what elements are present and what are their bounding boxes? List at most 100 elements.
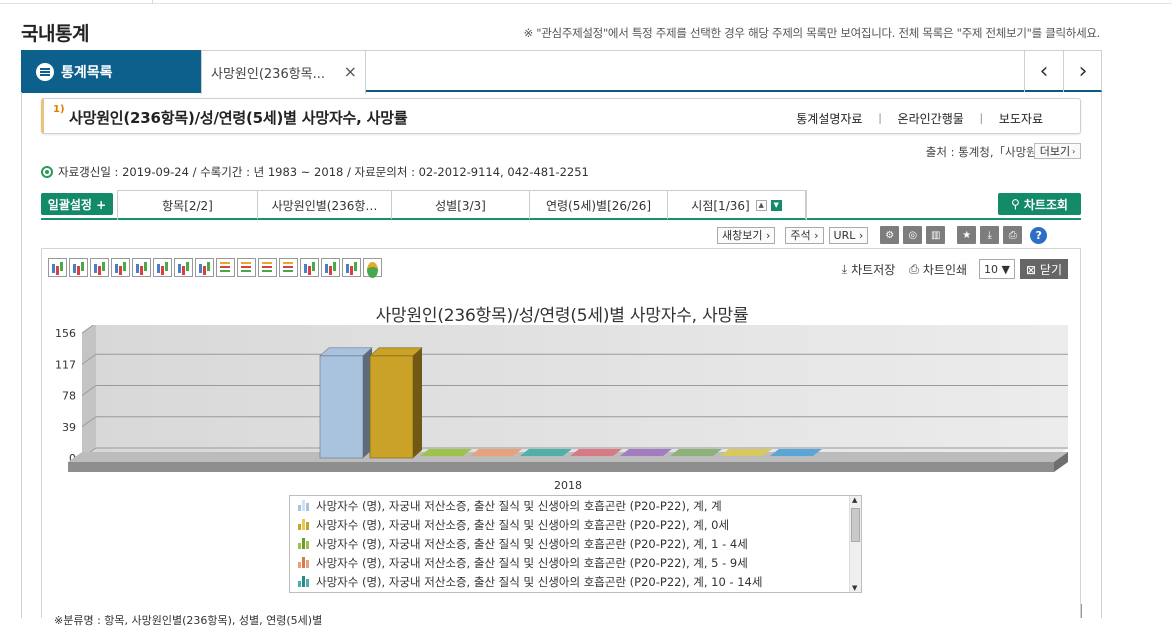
legend-label: 사망자수 (명), 자궁내 저산소증, 출산 질식 및 신생아의 호흡곤란 (P… <box>316 498 722 513</box>
legend-item[interactable]: 사망자수 (명), 자궁내 저산소증, 출산 질식 및 신생아의 호흡곤란 (P… <box>290 496 861 515</box>
note-button[interactable]: 주석 › <box>785 226 824 244</box>
count-select[interactable]: 10 ▼ <box>979 259 1016 279</box>
scroll-thumb[interactable] <box>851 508 860 542</box>
bar-chart-icon <box>298 519 309 530</box>
chart-side-wall <box>82 325 96 458</box>
chart-type-icon[interactable] <box>69 258 88 277</box>
chart-type-icon[interactable] <box>300 258 319 277</box>
tab-stats-list[interactable]: 통계목록 <box>21 50 201 93</box>
analysis-icon[interactable]: ◎ <box>903 226 923 244</box>
link-stat-description[interactable]: 통계설명자료 <box>784 110 874 127</box>
chart-type-icon[interactable] <box>48 258 67 277</box>
tab-prev-button[interactable]: ‹ <box>1024 50 1063 92</box>
bar-chart-icon <box>298 576 309 587</box>
arrow-down-icon[interactable]: ▼ <box>770 199 782 211</box>
chart-print-label: 차트인쇄 <box>922 262 968 277</box>
chart-type-icon[interactable] <box>132 258 151 277</box>
scroll-up-icon[interactable]: ▲ <box>852 496 857 504</box>
url-button[interactable]: URL › <box>828 226 869 244</box>
chart-type-icon[interactable] <box>153 258 172 277</box>
search-icon: ⚲ <box>1011 197 1020 211</box>
bar-zero <box>420 449 472 456</box>
chart-type-icon[interactable] <box>363 258 382 278</box>
chart-tools: ⤓ 차트저장 ⎙ 차트인쇄 10 ▼ ⊠ 닫기 <box>828 259 1068 279</box>
tab-active-table[interactable]: 사망원인(236항목... × <box>201 50 366 94</box>
filter-tab-item[interactable]: 항목[2/2] <box>118 191 258 219</box>
y-tick-label: 156 <box>55 327 76 340</box>
bar-zero <box>720 449 772 456</box>
new-window-button[interactable]: 새창보기 › <box>717 226 776 244</box>
y-tick-label: 78 <box>62 390 76 403</box>
arrow-up-icon[interactable]: ▲ <box>755 199 767 211</box>
legend-label: 사망자수 (명), 자궁내 저산소증, 출산 질식 및 신생아의 호흡곤란 (P… <box>316 555 748 570</box>
info-dot-icon <box>41 166 53 178</box>
link-separator: ㅣ <box>975 112 987 126</box>
scroll-down-icon[interactable]: ▼ <box>852 584 857 592</box>
chart-icon[interactable]: ▥ <box>926 226 946 244</box>
bar-top <box>369 347 423 357</box>
x-tick-label: 2018 <box>554 479 582 492</box>
chart-close-button[interactable]: ⊠ 닫기 <box>1020 259 1068 279</box>
legend-label: 사망자수 (명), 자궁내 저산소증, 출산 질식 및 신생아의 호흡곤란 (P… <box>316 536 748 551</box>
print-icon: ⎙ <box>909 261 919 276</box>
filter-bar: 일괄설정 + 항목[2/2] 사망원인별(236항… 성별[3/3] 연령(5세… <box>41 190 1081 220</box>
filter-tab-cause[interactable]: 사망원인별(236항… <box>258 191 392 219</box>
y-tick-label: 39 <box>62 421 76 434</box>
legend-item[interactable]: 사망자수 (명), 자궁내 저산소증, 출산 질식 및 신생아의 호흡곤란 (P… <box>290 534 861 553</box>
favorite-icon[interactable]: ★ <box>957 226 977 244</box>
bar-zero <box>470 449 522 456</box>
chart-print-button[interactable]: ⎙ 차트인쇄 <box>909 261 967 278</box>
more-button[interactable]: 더보기 › <box>1034 143 1081 159</box>
table-links: 통계설명자료 ㅣ 온라인간행물 ㅣ 보도자료 <box>784 110 1055 127</box>
bar-zero <box>520 449 572 456</box>
list-icon <box>36 62 54 81</box>
close-icon[interactable]: × <box>344 62 357 81</box>
print-icon[interactable]: ⎙ <box>1003 226 1023 244</box>
legend-item[interactable]: 사망자수 (명), 자궁내 저산소증, 출산 질식 및 신생아의 호흡곤란 (P… <box>290 515 861 534</box>
legend-item[interactable]: 사망자수 (명), 자궁내 저산소증, 출산 질식 및 신생아의 호흡곤란 (P… <box>290 572 861 591</box>
tab-active-label: 사망원인(236항목... <box>211 67 326 82</box>
table-toolbar: 새창보기 › 주석 › URL › ⚙ ◎ ▥ ★ ⤓ ⎙ ? <box>712 226 1048 244</box>
help-icon[interactable]: ? <box>1030 226 1048 244</box>
chart-save-label: 차트저장 <box>851 262 896 277</box>
chart-type-icon[interactable] <box>321 258 340 277</box>
notice-text: ※ "관심주제설정"에서 특정 주제를 선택한 경우 해당 주제의 목록만 보여… <box>523 26 1101 40</box>
settings-icon[interactable]: ⚙ <box>880 226 900 244</box>
chart-type-icon[interactable] <box>174 258 193 277</box>
bar-zero <box>770 449 822 456</box>
chart-type-icon[interactable] <box>216 258 235 277</box>
link-press-release[interactable]: 보도자료 <box>987 110 1055 127</box>
chevron-left-icon: ‹ <box>1039 58 1049 84</box>
download-icon[interactable]: ⤓ <box>980 226 1000 244</box>
legend-scrollbar[interactable]: ▲ ▼ <box>849 496 861 592</box>
filter-tab-period[interactable]: 시점[1/36] ▲ ▼ <box>668 191 806 219</box>
bar-side <box>413 347 422 458</box>
chart-type-icon[interactable] <box>258 258 277 277</box>
filter-tabs: 항목[2/2] 사망원인별(236항… 성별[3/3] 연령(5세)별[26/2… <box>117 190 807 220</box>
tab-next-button[interactable]: › <box>1063 50 1102 92</box>
download-icon: ⤓ <box>841 261 848 276</box>
scroll-indicator <box>1081 604 1082 618</box>
chart-type-icon[interactable] <box>90 258 109 277</box>
chart-legend: 사망자수 (명), 자궁내 저산소증, 출산 질식 및 신생아의 호흡곤란 (P… <box>289 495 862 593</box>
classification-note: ※분류명 : 항목, 사망원인별(236항목), 성별, 연령(5세)별 <box>54 614 323 627</box>
chart-type-icon[interactable] <box>279 258 298 277</box>
chart-type-icon[interactable] <box>195 258 214 277</box>
bar-zero <box>620 449 672 456</box>
link-online-publication[interactable]: 온라인간행물 <box>886 110 976 127</box>
chart-save-button[interactable]: ⤓ 차트저장 <box>842 261 895 278</box>
chart-search-button[interactable]: ⚲ 차트조회 <box>998 193 1081 215</box>
filter-tab-age[interactable]: 연령(5세)별[26/26] <box>530 191 668 219</box>
page-title: 국내통계 <box>21 23 89 45</box>
bulk-setting-button[interactable]: 일괄설정 + <box>41 193 113 215</box>
bar-chart-icon <box>298 557 309 568</box>
bar-chart-icon <box>298 538 309 549</box>
legend-item[interactable]: 사망자수 (명), 자궁내 저산소증, 출산 질식 및 신생아의 호흡곤란 (P… <box>290 553 861 572</box>
chart-type-icon[interactable] <box>342 258 361 277</box>
filter-tab-sex[interactable]: 성별[3/3] <box>392 191 530 219</box>
chart-type-icon[interactable] <box>237 258 256 277</box>
bar-zero <box>670 449 722 456</box>
bar-zero <box>570 449 622 456</box>
chart-type-icon[interactable] <box>111 258 130 277</box>
update-info: 자료갱신일 : 2019-09-24 / 수록기간 : 년 1983 ~ 201… <box>41 164 589 180</box>
